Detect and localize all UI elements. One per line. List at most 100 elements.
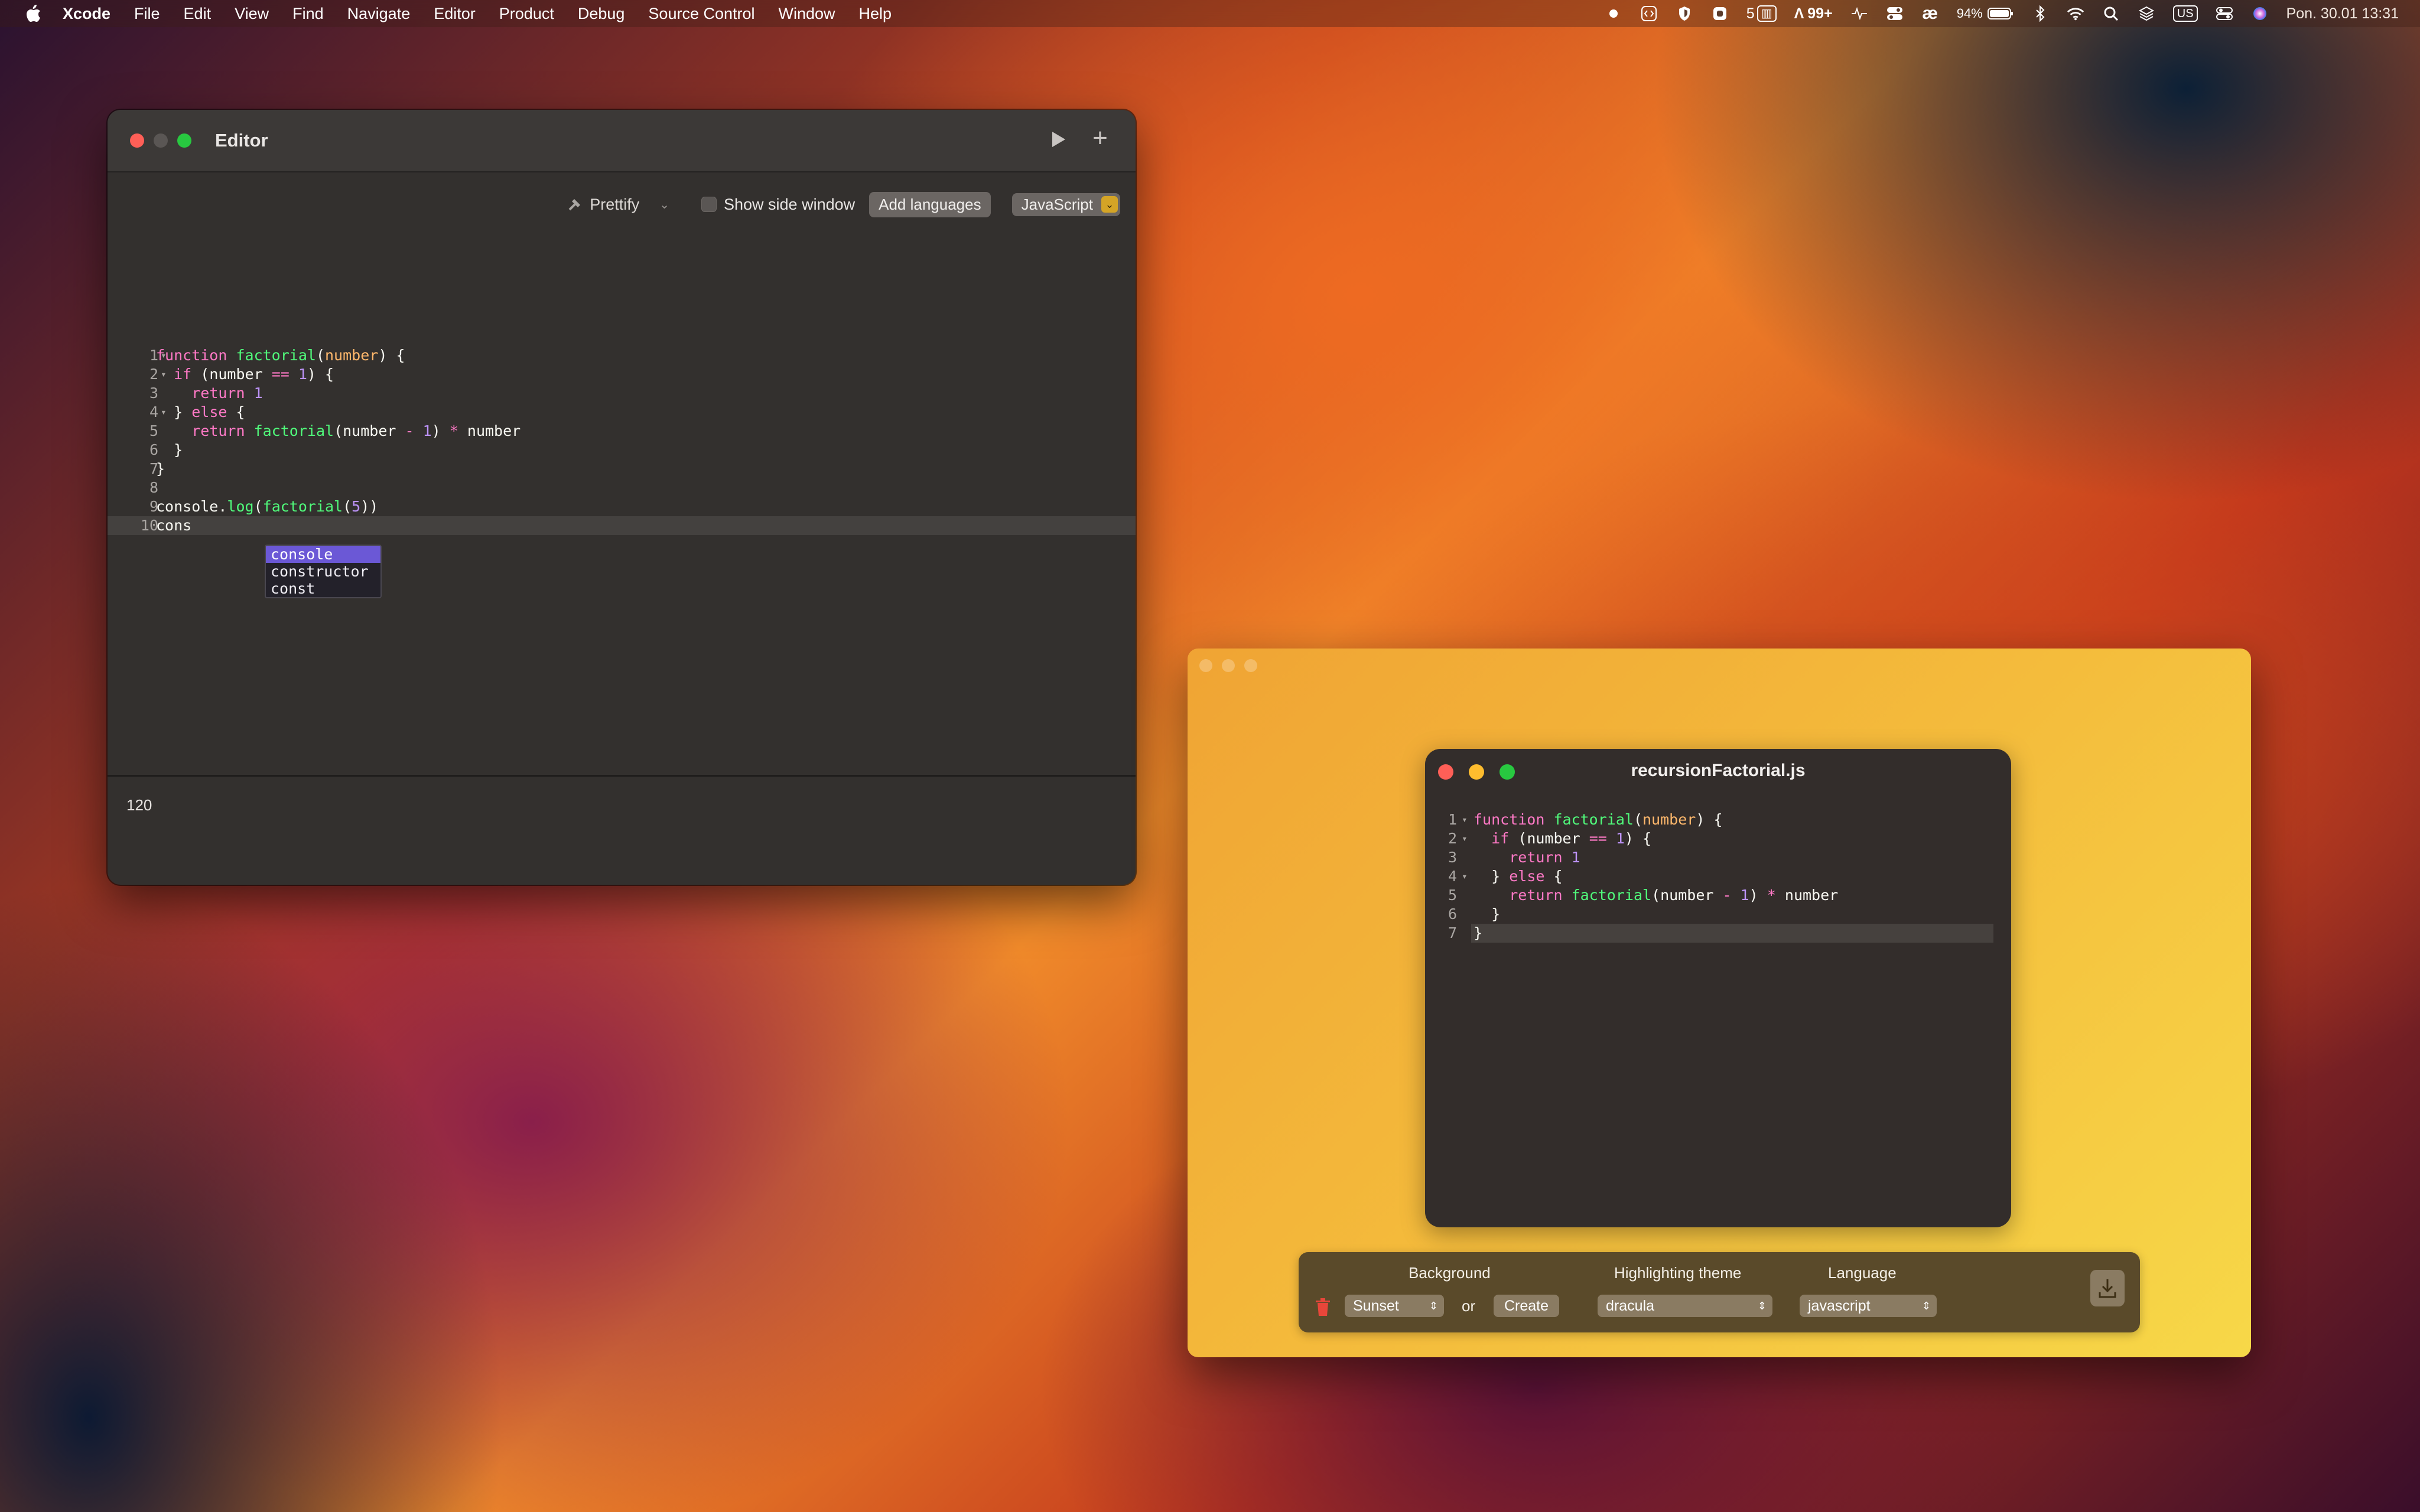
menu-file[interactable]: File	[134, 5, 160, 23]
code-token: factorial	[253, 422, 334, 439]
autocomplete-item[interactable]: const	[266, 580, 380, 597]
fold-toggle-icon[interactable]: ▾	[1462, 810, 1468, 829]
menu-debug[interactable]: Debug	[578, 5, 625, 23]
menu-clock[interactable]: Pon. 30.01 13:31	[2286, 5, 2399, 22]
code-token: 5	[352, 498, 361, 515]
code-token: ) {	[1696, 811, 1723, 828]
code-line[interactable]: 2 ▾ if (number == 1) {	[108, 365, 1136, 384]
code-text: } else {	[156, 403, 245, 422]
code-line[interactable]: 10 cons	[108, 516, 1136, 535]
menu-app-name[interactable]: Xcode	[63, 5, 110, 23]
code-editor[interactable]: 1 ▾ function factorial(number) {2 ▾ if (num…	[108, 346, 1136, 535]
wifi-icon[interactable]	[2067, 5, 2084, 22]
language-select-value: JavaScript	[1021, 195, 1093, 213]
capture-language-select[interactable]: javascript ⇕	[1800, 1295, 1937, 1317]
theme-select[interactable]: dracula ⇕	[1598, 1295, 1772, 1317]
show-side-window-checkbox[interactable]	[701, 197, 717, 212]
card-filename[interactable]: recursionFactorial.js	[1425, 761, 2011, 781]
battery-status[interactable]: 94%	[1957, 6, 2014, 21]
add-languages-button[interactable]: Add languages	[869, 191, 991, 217]
menu-find[interactable]: Find	[292, 5, 324, 23]
code-line[interactable]: 1 ▾ function factorial(number) {	[108, 346, 1136, 365]
activity-icon[interactable]	[1850, 5, 1868, 22]
code-line[interactable]: 4 ▾ } else {	[108, 403, 1136, 422]
notifications-badge[interactable]: Λ 99+	[1794, 5, 1833, 22]
code-token: {	[1544, 868, 1563, 885]
create-background-button[interactable]: Create	[1494, 1295, 1560, 1317]
menu-source-control[interactable]: Source Control	[648, 5, 754, 23]
code-token: return	[1509, 887, 1563, 904]
zoom-button[interactable]	[177, 133, 191, 148]
code-line[interactable]: 8	[108, 478, 1136, 497]
code-card-preview: recursionFactorial.js 1 ▾ function factori…	[1425, 749, 2011, 1227]
menu-view[interactable]: View	[235, 5, 269, 23]
code-line[interactable]: 1 ▾ function factorial(number) {	[1425, 810, 2011, 829]
code-token: )	[431, 422, 450, 439]
line-number: 7	[149, 460, 158, 477]
add-tab-button[interactable]: +	[1088, 125, 1112, 151]
toggle-icon[interactable]	[1886, 5, 1904, 22]
language-select[interactable]: JavaScript ⌄	[1011, 193, 1120, 216]
code-token: (	[1633, 811, 1642, 828]
code-line[interactable]: 4 ▾ } else {	[1425, 867, 2011, 886]
autocomplete-item[interactable]: console	[266, 546, 380, 563]
code-line[interactable]: 6 }	[1425, 905, 2011, 924]
delete-background-button[interactable]	[1314, 1297, 1332, 1317]
run-button[interactable]	[1046, 128, 1069, 151]
shield-icon[interactable]	[1676, 5, 1693, 22]
control-center-icon[interactable]	[2216, 5, 2233, 22]
search-icon[interactable]	[2102, 5, 2120, 22]
code-token: 1	[1615, 830, 1625, 847]
recording-dot-icon[interactable]	[1605, 5, 1622, 22]
code-line[interactable]: 9 console.log(factorial(5))	[108, 497, 1136, 516]
code-line[interactable]: 7}	[108, 460, 1136, 478]
menu-window[interactable]: Window	[779, 5, 835, 23]
code-line[interactable]: 5 return factorial(number - 1) * number	[1425, 886, 2011, 905]
code-token: }	[1474, 905, 1501, 923]
code-line[interactable]: 5 return factorial(number - 1) * number	[108, 422, 1136, 441]
autocomplete-item[interactable]: constructor	[266, 563, 380, 580]
zoom-button[interactable]	[1244, 659, 1257, 672]
download-button[interactable]	[2090, 1270, 2125, 1306]
status-counter-badge[interactable]: 5 ▥	[1746, 5, 1777, 22]
code-line[interactable]: 3 return 1	[1425, 848, 2011, 867]
code-line[interactable]: 2 ▾ if (number == 1) {	[1425, 829, 2011, 848]
ae-ligature-icon[interactable]: æ	[1921, 4, 1939, 23]
menu-navigate[interactable]: Navigate	[347, 5, 411, 23]
close-button[interactable]	[130, 133, 144, 148]
menu-editor[interactable]: Editor	[434, 5, 476, 23]
code-text: if (number == 1) {	[156, 365, 334, 384]
code-token: cons	[156, 517, 192, 534]
menu-help[interactable]: Help	[859, 5, 892, 23]
fold-toggle-icon[interactable]: ▾	[1462, 867, 1468, 886]
square-app-icon[interactable]	[1711, 5, 1729, 22]
code-line[interactable]: 7}	[1448, 924, 1993, 943]
capture-controls: Background Highlighting theme Language S…	[1299, 1252, 2140, 1332]
code-line[interactable]: 3 return 1	[108, 384, 1136, 403]
siri-icon[interactable]	[2251, 5, 2269, 22]
code-token: else	[1509, 868, 1545, 885]
menu-edit[interactable]: Edit	[184, 5, 212, 23]
code-bracket-icon[interactable]	[1640, 5, 1658, 22]
input-source[interactable]: US	[2172, 5, 2198, 22]
menu-product[interactable]: Product	[499, 5, 554, 23]
show-side-window-toggle[interactable]: Show side window	[701, 195, 855, 214]
code-token: ==	[271, 366, 290, 383]
bluetooth-icon[interactable]	[2031, 5, 2049, 22]
layers-icon[interactable]	[2138, 5, 2155, 22]
minimize-button[interactable]	[154, 133, 168, 148]
prettify-button[interactable]: Prettify ⌄	[567, 195, 669, 214]
minimize-button[interactable]	[1222, 659, 1235, 672]
background-select[interactable]: Sunset ⇕	[1345, 1295, 1444, 1317]
chevron-down-icon[interactable]: ⌄	[659, 197, 669, 212]
close-button[interactable]	[1199, 659, 1212, 672]
code-token: }	[1474, 924, 1483, 941]
fold-toggle-icon[interactable]: ▾	[1462, 829, 1468, 848]
apple-icon[interactable]	[24, 4, 43, 23]
card-code[interactable]: 1 ▾ function factorial(number) {2 ▾ if (num…	[1425, 810, 2011, 943]
code-line[interactable]: 6 }	[108, 441, 1136, 460]
output-divider[interactable]	[108, 775, 1136, 777]
